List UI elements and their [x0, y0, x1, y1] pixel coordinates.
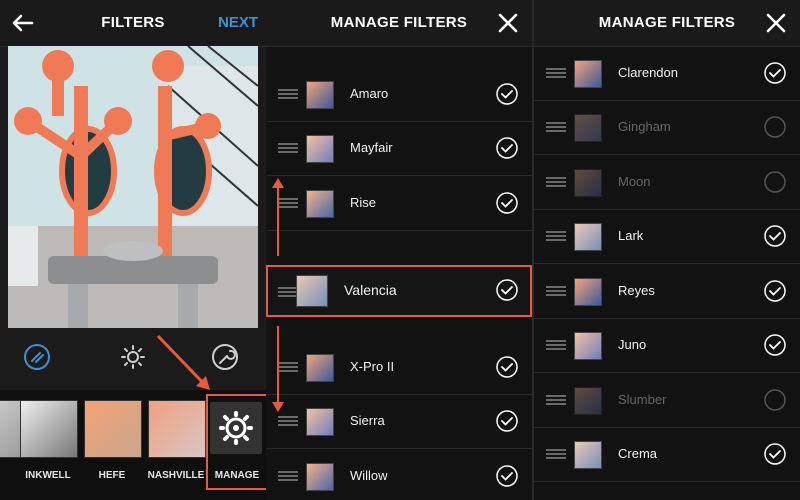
- filter-thumbnail: [574, 169, 602, 197]
- filter-row-clarendon[interactable]: Clarendon: [534, 46, 800, 101]
- filter-name: Sierra: [350, 413, 385, 428]
- filter-row-amaro[interactable]: Amaro: [266, 67, 532, 122]
- filter-thumbnail: [574, 114, 602, 142]
- filter-row-willow[interactable]: Willow: [266, 449, 532, 500]
- filter-row-lark[interactable]: Lark: [534, 209, 800, 264]
- checkmark-circle-icon[interactable]: [764, 62, 786, 84]
- filter-thumbnail: [306, 135, 334, 163]
- filter-name: Rise: [350, 195, 377, 210]
- filters-header: FILTERS NEXT: [0, 0, 266, 47]
- drag-handle-icon[interactable]: [546, 122, 566, 132]
- filter-row-slumber[interactable]: Slumber: [534, 373, 800, 428]
- filter-name: Lark: [618, 228, 644, 243]
- filter-row-moon[interactable]: Moon: [534, 155, 800, 210]
- filter-name: Gingham: [618, 119, 671, 134]
- coffee-taps-image: [8, 46, 258, 328]
- filter-tool-icon[interactable]: [22, 342, 52, 372]
- checkmark-circle-icon[interactable]: [764, 280, 786, 302]
- filter-row-reyes[interactable]: Reyes: [534, 264, 800, 319]
- empty-circle-icon[interactable]: [764, 171, 786, 193]
- close-icon[interactable]: [496, 11, 520, 35]
- checkmark-circle-icon[interactable]: [764, 334, 786, 356]
- close-icon[interactable]: [764, 11, 788, 35]
- filter-row-rise[interactable]: Rise: [266, 176, 532, 231]
- manage-title-3: MANAGE FILTERS: [598, 14, 736, 31]
- filter-thumbnail: [574, 441, 602, 469]
- drag-handle-icon[interactable]: [546, 395, 566, 405]
- filter-thumb-nashville[interactable]: [148, 400, 206, 458]
- manage-header-3: MANAGE FILTERS: [534, 0, 800, 47]
- drag-handle-icon[interactable]: [546, 286, 566, 296]
- manage-header-2: MANAGE FILTERS: [266, 0, 532, 47]
- filter-thumbnail: [306, 190, 334, 218]
- next-button[interactable]: NEXT: [218, 0, 258, 46]
- checkmark-circle-icon[interactable]: [764, 225, 786, 247]
- filter-row-mayfair[interactable]: Mayfair: [266, 121, 532, 176]
- filter-name: Amaro: [350, 86, 389, 101]
- filter-row-sierra[interactable]: Sierra: [266, 394, 532, 449]
- drag-handle-icon[interactable]: [546, 68, 566, 78]
- filter-name: X-Pro II: [350, 359, 395, 374]
- filter-thumbnail: [306, 354, 334, 382]
- manage-filters-reorder-panel: MANAGE FILTERS Amaro Mayfair Rise Valencia X…: [266, 0, 532, 500]
- checkmark-circle-icon[interactable]: [496, 192, 518, 214]
- filter-name: Mayfair: [350, 140, 393, 155]
- filter-name: Clarendon: [618, 65, 678, 80]
- filter-thumbnail: [296, 275, 328, 307]
- filter-row-x-pro-ii[interactable]: X-Pro II: [266, 340, 532, 395]
- filter-thumbnail: [574, 387, 602, 415]
- checkmark-circle-icon[interactable]: [496, 83, 518, 105]
- filter-thumbnail: [306, 408, 334, 436]
- filter-thumbnail: [306, 463, 334, 491]
- drag-handle-icon[interactable]: [278, 287, 298, 297]
- back-arrow-icon[interactable]: [8, 8, 38, 38]
- filter-label-nashville: NASHVILLE: [147, 470, 205, 481]
- filter-thumbnail: [574, 332, 602, 360]
- drag-handle-icon[interactable]: [546, 449, 566, 459]
- filter-row-crema[interactable]: Crema: [534, 427, 800, 482]
- empty-circle-icon[interactable]: [764, 389, 786, 411]
- checkmark-circle-icon[interactable]: [496, 137, 518, 159]
- checkmark-circle-icon[interactable]: [496, 279, 518, 301]
- drag-handle-icon[interactable]: [546, 231, 566, 241]
- manage-title-2: MANAGE FILTERS: [330, 14, 468, 31]
- filter-thumb-hefe[interactable]: [84, 400, 142, 458]
- filter-name: Reyes: [618, 283, 655, 298]
- drag-handle-icon[interactable]: [278, 143, 298, 153]
- drag-handle-icon[interactable]: [546, 340, 566, 350]
- filter-name: Slumber: [618, 392, 667, 407]
- filter-row-juno[interactable]: Juno: [534, 318, 800, 373]
- checkmark-circle-icon[interactable]: [496, 410, 518, 432]
- drag-handle-icon[interactable]: [546, 177, 566, 187]
- brightness-icon[interactable]: [118, 342, 148, 372]
- filter-name: Moon: [618, 174, 651, 189]
- photo-preview: [8, 46, 258, 328]
- manage-highlight: [206, 394, 266, 490]
- filter-label-hefe: HEFE: [98, 470, 126, 481]
- checkmark-circle-icon[interactable]: [496, 465, 518, 487]
- checkmark-circle-icon[interactable]: [764, 443, 786, 465]
- filter-name: Willow: [350, 468, 388, 483]
- filter-thumbnail: [574, 278, 602, 306]
- filter-name: Crema: [618, 446, 658, 461]
- filter-thumb-inkwell[interactable]: [20, 400, 78, 458]
- filter-row-valencia[interactable]: Valencia: [266, 265, 532, 315]
- filter-thumbnail: [574, 223, 602, 251]
- filter-row-gingham[interactable]: Gingham: [534, 100, 800, 155]
- empty-circle-icon[interactable]: [764, 116, 786, 138]
- filter-thumbnail: [306, 81, 334, 109]
- filter-name: Valencia: [344, 282, 397, 298]
- drag-handle-icon[interactable]: [278, 89, 298, 99]
- filter-thumbnail: [574, 60, 602, 88]
- filters-panel: FILTERS NEXT INKWELL HEFE NASHVILLE MANA…: [0, 0, 266, 500]
- checkmark-circle-icon[interactable]: [496, 356, 518, 378]
- filter-label-inkwell: INKWELL: [25, 470, 71, 481]
- drag-handle-icon[interactable]: [278, 471, 298, 481]
- tools-bar: [0, 328, 266, 388]
- filter-name: Juno: [618, 337, 647, 352]
- manage-filters-toggle-panel: MANAGE FILTERS Clarendon Gingham Moon Lark R…: [532, 0, 800, 500]
